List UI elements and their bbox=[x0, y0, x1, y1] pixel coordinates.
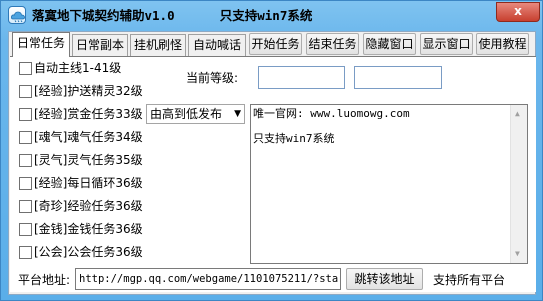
show-window-button[interactable]: 显示窗口 bbox=[420, 33, 473, 55]
tab-daily-tasks[interactable]: 日常任务 bbox=[12, 32, 70, 57]
scroll-down-icon[interactable]: ▼ bbox=[515, 247, 520, 261]
level-input-secondary[interactable] bbox=[354, 66, 442, 89]
window-title: 落寞地下城契约辅助v1.0 只支持win7系统 bbox=[32, 8, 313, 23]
task-label: 自动主线1-41级 bbox=[34, 61, 122, 75]
end-task-button[interactable]: 结束任务 bbox=[306, 33, 359, 55]
level-label: 当前等级: bbox=[186, 71, 239, 85]
task-label: [经验]护送精灵32级 bbox=[34, 84, 143, 98]
platform-label: 平台地址: bbox=[18, 273, 71, 287]
scroll-up-icon[interactable]: ▲ bbox=[515, 107, 520, 121]
checkbox[interactable] bbox=[19, 200, 32, 213]
sort-select[interactable]: 由高到低发布 ▼ bbox=[146, 104, 245, 124]
checkbox[interactable] bbox=[19, 108, 32, 121]
task-label: [经验]赏金任务33级 bbox=[34, 107, 143, 121]
jump-address-button[interactable]: 跳转该地址 bbox=[346, 268, 423, 290]
app-window: 落寞地下城契约辅助v1.0 只支持win7系统 x 日常任务 日常副本 挂机刷怪… bbox=[0, 0, 543, 301]
checkbox[interactable] bbox=[19, 177, 32, 190]
client-area: 日常任务 日常副本 挂机刷怪 自动喊话 开始任务 结束任务 隐藏窗口 显示窗口 … bbox=[8, 31, 536, 295]
cloud-icon bbox=[8, 6, 26, 24]
close-button[interactable]: x bbox=[496, 2, 540, 22]
level-input[interactable] bbox=[258, 66, 345, 89]
task-label: [奇珍]经验任务36级 bbox=[34, 199, 143, 213]
checkbox[interactable] bbox=[19, 223, 32, 236]
vertical-scrollbar[interactable]: ▲ ▼ bbox=[510, 105, 527, 263]
checkbox[interactable] bbox=[19, 246, 32, 259]
platform-url-input[interactable]: http://mgp.qq.com/webgame/1101075211/?st… bbox=[75, 268, 341, 290]
checkbox[interactable] bbox=[19, 131, 32, 144]
notes-textarea[interactable]: 唯一官网: www.luomowg.com 只支持win7系统 ▲ ▼ bbox=[250, 104, 528, 264]
start-task-button[interactable]: 开始任务 bbox=[249, 33, 302, 55]
support-text: 支持所有平台 bbox=[433, 273, 506, 287]
task-label: [魂气]魂气任务34级 bbox=[34, 130, 143, 144]
task-label: [灵气]灵气任务35级 bbox=[34, 153, 143, 167]
notes-line: 唯一官网: www.luomowg.com bbox=[253, 107, 410, 120]
checkbox[interactable] bbox=[19, 85, 32, 98]
title-bar[interactable]: 落寞地下城契约辅助v1.0 只支持win7系统 x bbox=[1, 1, 542, 31]
daily-tasks-panel: 自动主线1-41级 [经验]护送精灵32级 [经验]赏金任务33级 [魂气]魂气… bbox=[10, 56, 536, 292]
chevron-down-icon: ▼ bbox=[234, 109, 241, 119]
task-label: [金钱]金钱任务36级 bbox=[34, 222, 143, 236]
tutorial-button[interactable]: 使用教程 bbox=[476, 33, 529, 55]
tab-auto-shout[interactable]: 自动喊话 bbox=[188, 34, 246, 56]
tab-auto-grind[interactable]: 挂机刷怪 bbox=[130, 34, 186, 56]
task-label: [经验]每日循环36级 bbox=[34, 176, 143, 190]
sort-select-value: 由高到低发布 bbox=[150, 107, 223, 121]
checkbox[interactable] bbox=[19, 154, 32, 167]
task-label: [公会]公会任务36级 bbox=[34, 245, 143, 259]
notes-line: 只支持win7系统 bbox=[253, 132, 335, 145]
hide-window-button[interactable]: 隐藏窗口 bbox=[363, 33, 416, 55]
tab-daily-dungeon[interactable]: 日常副本 bbox=[72, 34, 128, 56]
checkbox[interactable] bbox=[19, 62, 32, 75]
